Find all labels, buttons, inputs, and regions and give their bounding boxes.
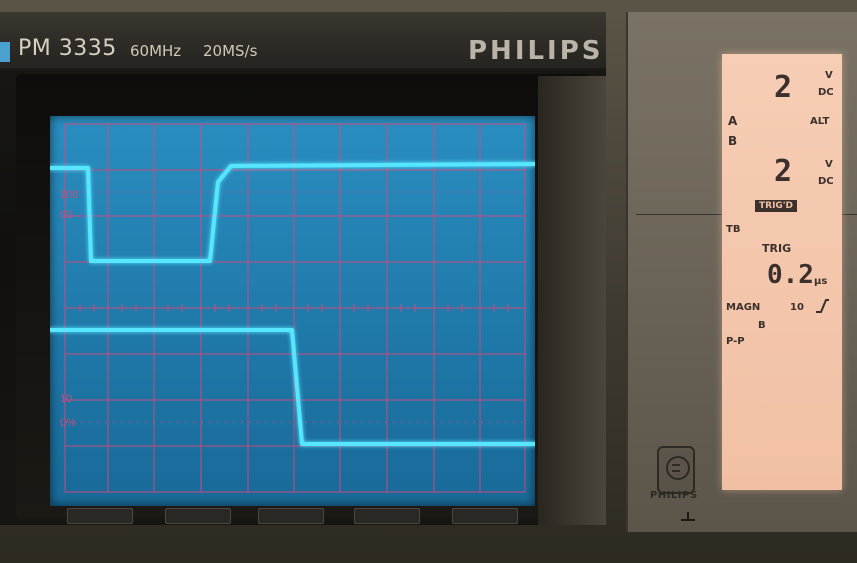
trace-a	[50, 162, 535, 263]
softkey-4-button[interactable]	[354, 508, 420, 524]
brand-bar: PM 3335 60MHz 20MS/s PHILIPS	[0, 12, 606, 70]
trace-b	[50, 328, 535, 446]
lcd-trig: TRIG	[762, 242, 792, 255]
label-100: 100	[60, 189, 78, 201]
lcd-a-unit-dc: DC	[818, 87, 834, 98]
brand-square-icon	[0, 42, 10, 62]
slope-icon	[816, 299, 829, 313]
graticule	[64, 123, 526, 493]
ground-icon	[680, 512, 696, 524]
lcd-magn-value: 10	[790, 302, 804, 313]
lcd-b-unit-dc: DC	[818, 176, 834, 187]
lcd-a-value: 2	[774, 70, 793, 105]
lcd-magn: MAGN	[726, 302, 761, 313]
scope-screen: 100 90 10 0%	[50, 116, 535, 506]
lcd-time-value: 0.2	[767, 260, 814, 290]
label-90: 90	[60, 209, 72, 221]
percent-dotted-lines	[65, 191, 525, 423]
lcd-channel-b: B	[758, 320, 766, 331]
philips-logo-icon	[657, 446, 695, 494]
label-10: 10	[60, 393, 72, 405]
lcd-trigd: TRIG'D	[755, 200, 798, 212]
bandwidth-label: 60MHz	[130, 42, 182, 60]
lcd-time-unit: µs	[814, 276, 828, 287]
model-label: PM 3335	[18, 36, 117, 61]
softkey-1-button[interactable]	[67, 508, 133, 524]
lcd-a-unit-v: V	[825, 70, 833, 81]
lcd-slope-icon	[814, 298, 830, 314]
softkey-2-button[interactable]	[165, 508, 231, 524]
philips-small-label: PHILIPS	[650, 490, 698, 501]
left-percent-labels: 100 90 10 0%	[60, 189, 78, 429]
lcd-tb: TB	[726, 224, 741, 235]
softkey-3-button[interactable]	[258, 508, 324, 524]
sample-rate-label: 20MS/s	[203, 42, 258, 60]
lcd-label-b: B	[728, 134, 738, 148]
lcd-b-value: 2	[774, 154, 793, 189]
lcd-pp: P-P	[726, 336, 745, 347]
softkey-5-button[interactable]	[452, 508, 518, 524]
soft-button-row	[62, 508, 532, 528]
lcd-readout: 2 V DC A B ALT 2 V DC TRIG'D TB TRIG 0.2…	[722, 54, 842, 490]
scope-screen-svg: 100 90 10 0%	[50, 123, 535, 493]
lcd-alt: ALT	[810, 116, 830, 127]
label-0-percent: 0%	[60, 417, 76, 429]
lcd-label-a: A	[728, 114, 738, 128]
brand-label: PHILIPS	[468, 36, 604, 66]
screen-hood-right	[538, 76, 606, 525]
lcd-b-unit-v: V	[825, 159, 833, 170]
